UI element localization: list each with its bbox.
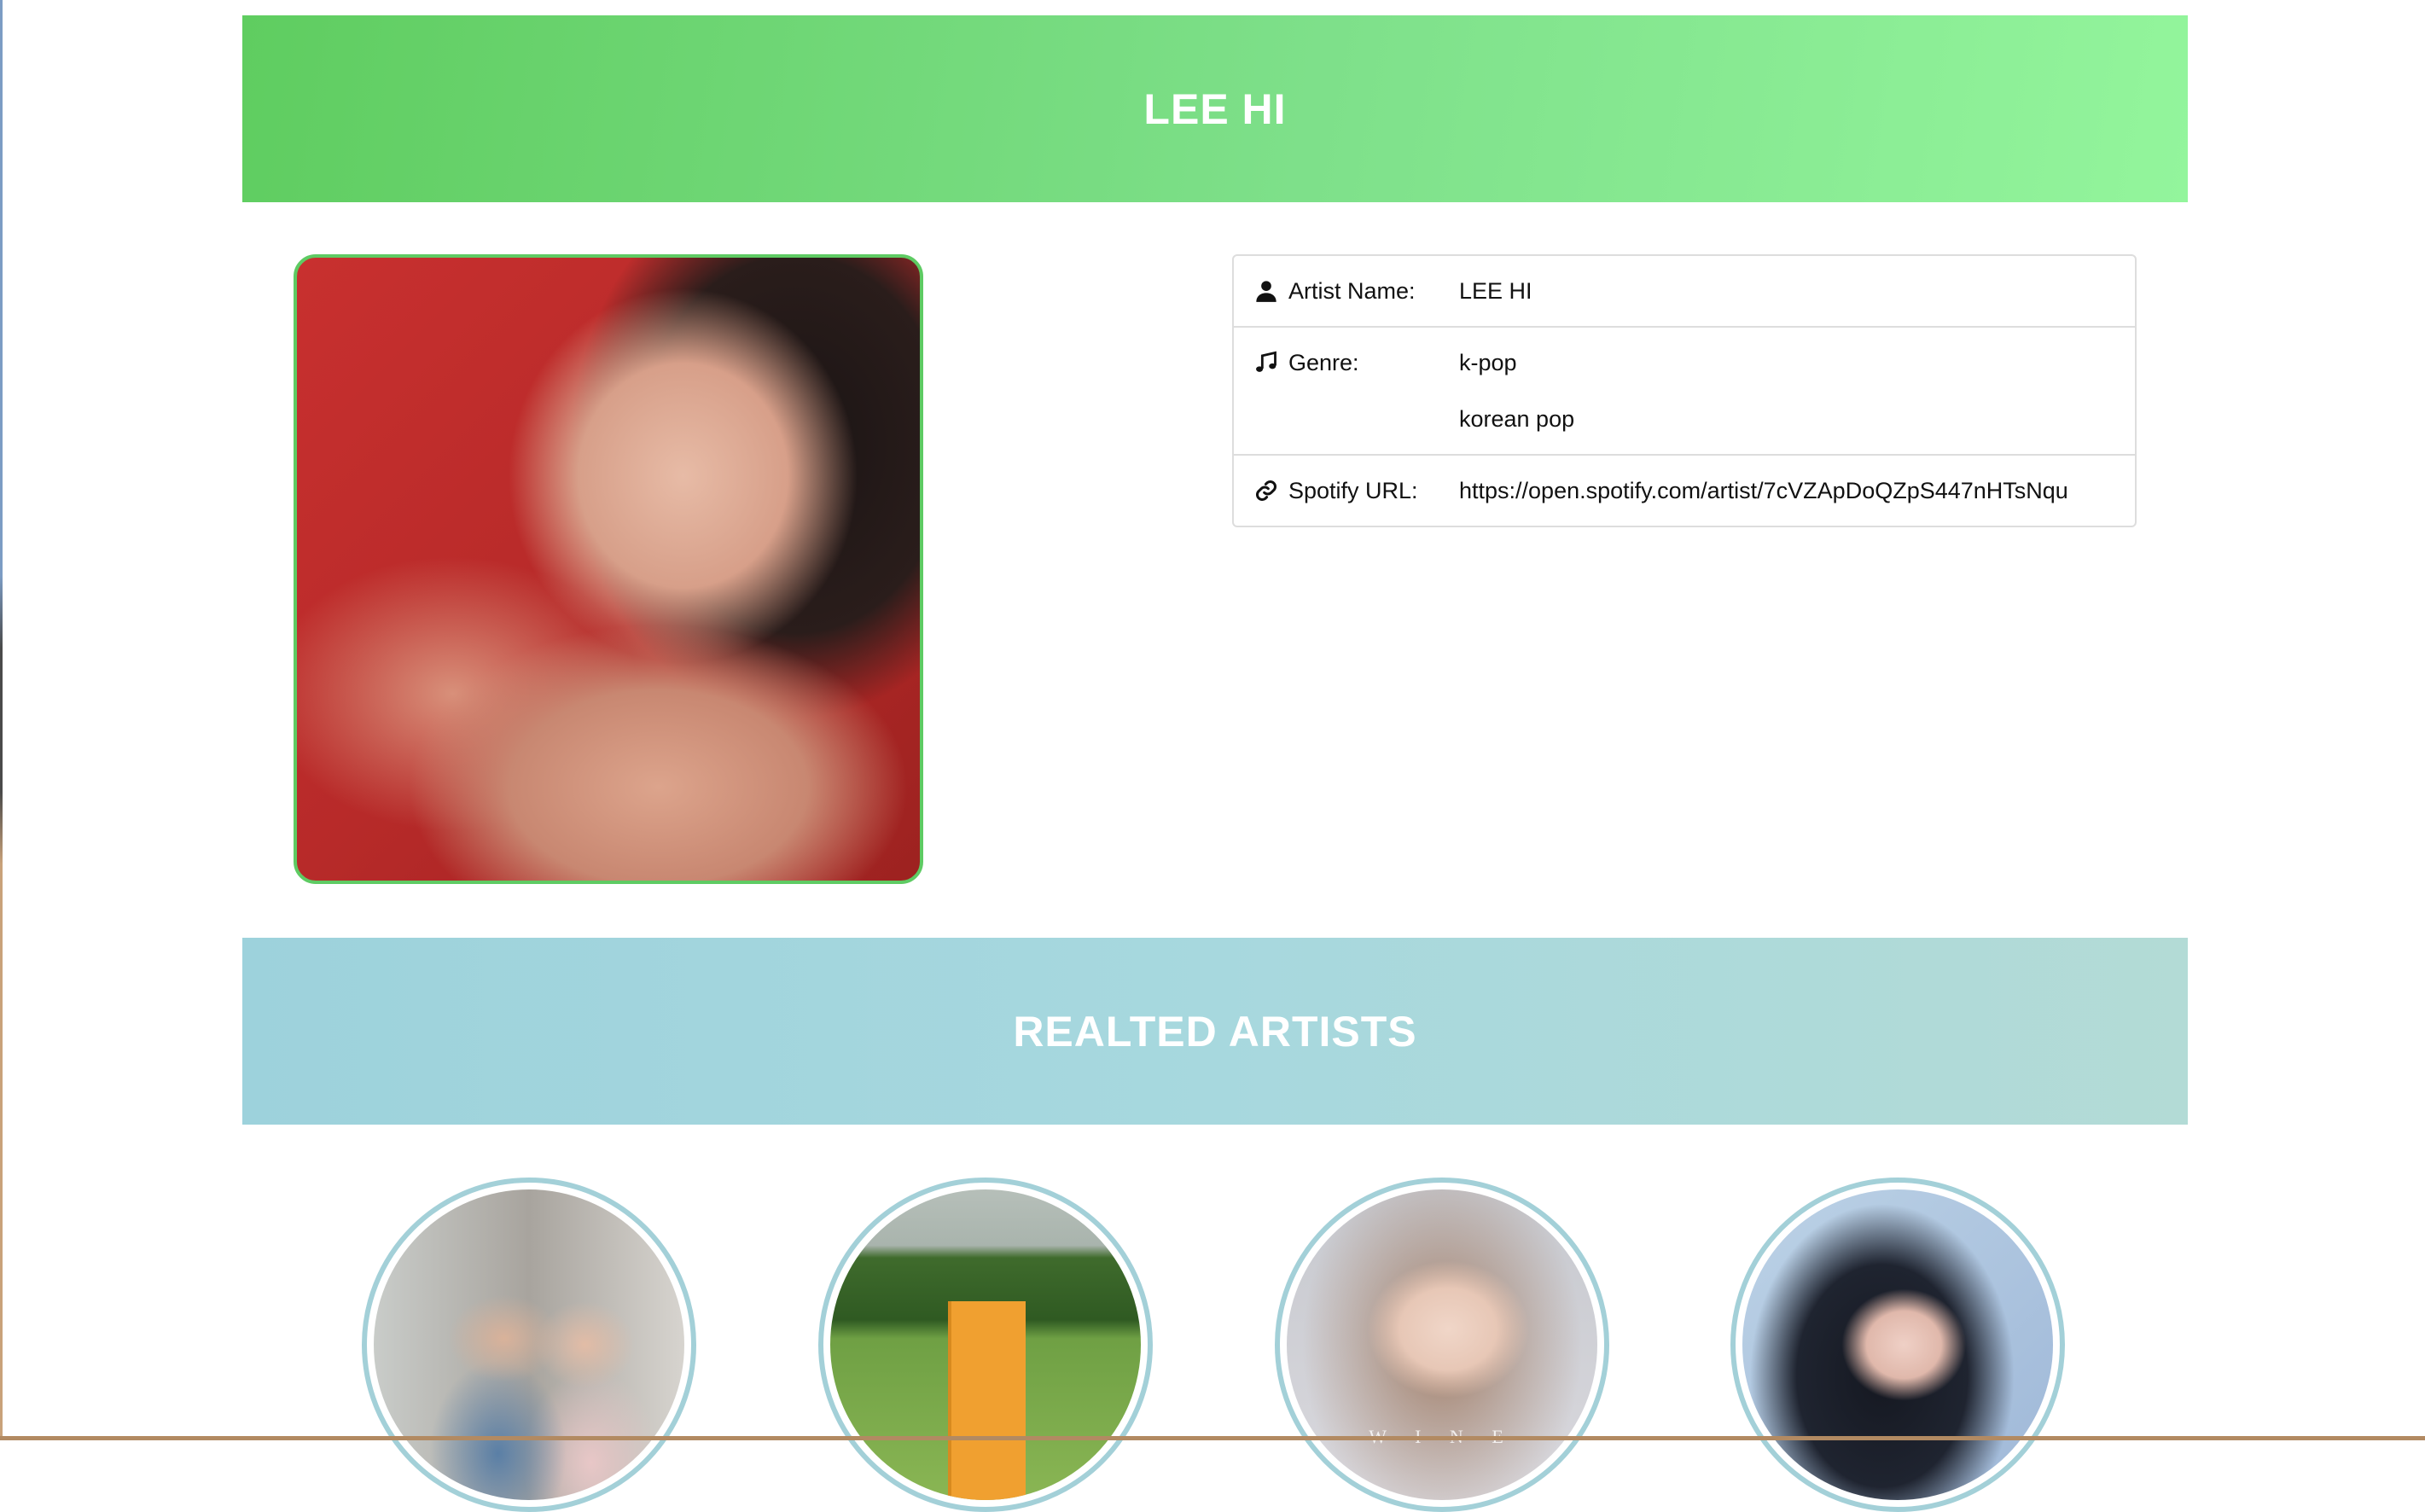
spotify-url-row: Spotify URL: https://open.spotify.com/ar… (1234, 454, 2135, 526)
related-artist-card[interactable] (818, 1178, 1153, 1512)
genre-label: Genre: (1288, 349, 1359, 375)
related-artists-banner: REALTED ARTISTS (242, 938, 2188, 1125)
artist-name-value: LEE HI (1459, 277, 1532, 304)
artist-name-label: Artist Name: (1288, 277, 1416, 304)
related-artists-title: REALTED ARTISTS (1013, 1007, 1417, 1055)
artist-name-row: Artist Name: LEE HI (1234, 256, 2135, 326)
page-title: LEE HI (1143, 84, 1287, 133)
artist-photo (294, 254, 923, 884)
related-artist-photo: W I N E (1287, 1189, 1597, 1500)
related-artist-photo (374, 1189, 684, 1500)
related-artist-photo (830, 1189, 1141, 1500)
window-edge-left (0, 0, 3, 1440)
spotify-url-label: Spotify URL: (1288, 477, 1418, 503)
related-artist-photo (1742, 1189, 2053, 1500)
artist-info-table: Artist Name: LEE HI Genre: k-pop korean … (1232, 254, 2137, 527)
user-icon (1256, 281, 1276, 302)
door-graphic (948, 1301, 1026, 1500)
genre-value: k-pop (1459, 349, 1517, 375)
link-icon (1256, 480, 1276, 501)
artist-title-banner: LEE HI (242, 15, 2188, 202)
window-edge-bottom (0, 1436, 2425, 1440)
related-artist-card[interactable] (1730, 1178, 2065, 1512)
genre-row: Genre: k-pop korean pop (1234, 326, 2135, 454)
music-note-icon (1256, 351, 1276, 372)
genre-value: korean pop (1459, 405, 1575, 432)
related-artist-card[interactable] (362, 1178, 696, 1512)
spotify-url-link[interactable]: https://open.spotify.com/artist/7cVZApDo… (1459, 456, 2114, 526)
related-artist-card[interactable]: W I N E (1275, 1178, 1609, 1512)
